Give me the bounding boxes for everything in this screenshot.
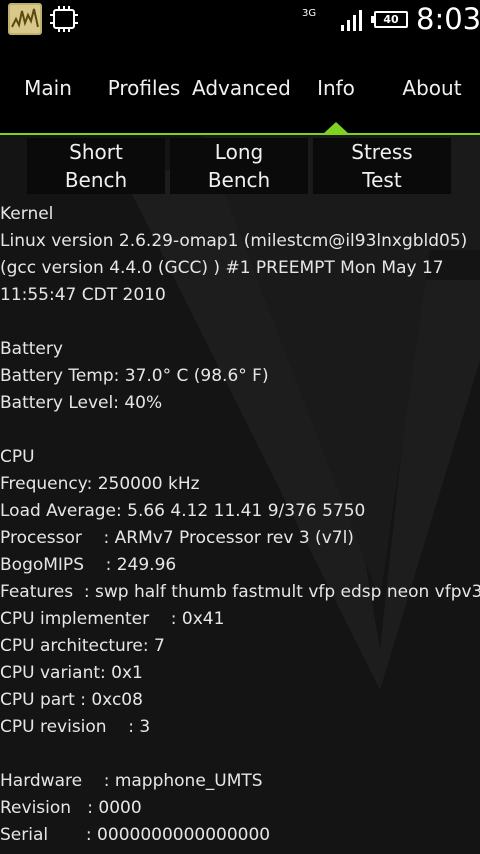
tab-info[interactable]: Info xyxy=(288,76,384,100)
cpu-revision: CPU revision : 3 xyxy=(0,717,151,737)
cpu-implementer: CPU implementer : 0x41 xyxy=(0,609,225,629)
hardware-name: Hardware : mapphone_UMTS xyxy=(0,771,263,791)
stress-test-button[interactable]: Stress Test xyxy=(313,138,451,194)
selected-tab-indicator xyxy=(323,122,349,134)
tab-about[interactable]: About xyxy=(384,76,480,100)
tab-main[interactable]: Main xyxy=(0,76,96,100)
kernel-version-line: Linux version 2.6.29-omap1 (milestcm@il9… xyxy=(0,231,468,251)
short-bench-button[interactable]: Short Bench xyxy=(27,138,165,194)
tab-bar: Main Profiles Advanced Info About xyxy=(0,38,480,135)
signal-icon xyxy=(341,10,362,31)
cpu-header: CPU xyxy=(0,447,35,467)
cpu-features: Features : swp half thumb fastmult vfp e… xyxy=(0,582,480,602)
long-bench-button[interactable]: Long Bench xyxy=(170,138,308,194)
kernel-version-line: (gcc version 4.4.0 (GCC) ) #1 PREEMPT Mo… xyxy=(0,258,444,278)
tab-advanced[interactable]: Advanced xyxy=(192,76,291,100)
app-graph-icon[interactable] xyxy=(8,3,42,35)
status-bar: 3G 40 8:03 xyxy=(0,0,480,38)
button-label-line1: Stress xyxy=(351,140,413,164)
network-type: 3G xyxy=(302,8,317,19)
button-label-line1: Long xyxy=(214,140,264,164)
cpu-architecture: CPU architecture: 7 xyxy=(0,636,165,656)
button-label-line2: Bench xyxy=(207,168,271,192)
hardware-serial: Serial : 0000000000000000 xyxy=(0,825,271,845)
kernel-header: Kernel xyxy=(0,204,54,224)
cpu-processor: Processor : ARMv7 Processor rev 3 (v7l) xyxy=(0,528,354,548)
kernel-version-line: 11:55:47 CDT 2010 xyxy=(0,285,166,305)
battery-temp: Battery Temp: 37.0° C (98.6° F) xyxy=(0,366,269,386)
button-label-line1: Short xyxy=(69,140,123,164)
battery-header: Battery xyxy=(0,339,63,359)
tab-profiles[interactable]: Profiles xyxy=(96,76,192,100)
cpu-part: CPU part : 0xc08 xyxy=(0,690,143,710)
battery-icon: 40 xyxy=(371,11,408,28)
battery-level: Battery Level: 40% xyxy=(0,393,163,413)
button-label-line2: Bench xyxy=(64,168,128,192)
hardware-revision: Revision : 0000 xyxy=(0,798,142,818)
cpu-frequency: Frequency: 250000 kHz xyxy=(0,474,200,494)
clock: 8:03 xyxy=(416,2,480,36)
cpu-load-average: Load Average: 5.66 4.12 11.41 9/376 5750 xyxy=(0,501,366,521)
cpu-chip-icon[interactable] xyxy=(49,5,79,33)
cpu-bogomips: BogoMIPS : 249.96 xyxy=(0,555,177,575)
cpu-variant: CPU variant: 0x1 xyxy=(0,663,143,683)
button-label-line2: Test xyxy=(362,168,402,192)
info-panel: Kernel Linux version 2.6.29-omap1 (miles… xyxy=(0,201,480,849)
